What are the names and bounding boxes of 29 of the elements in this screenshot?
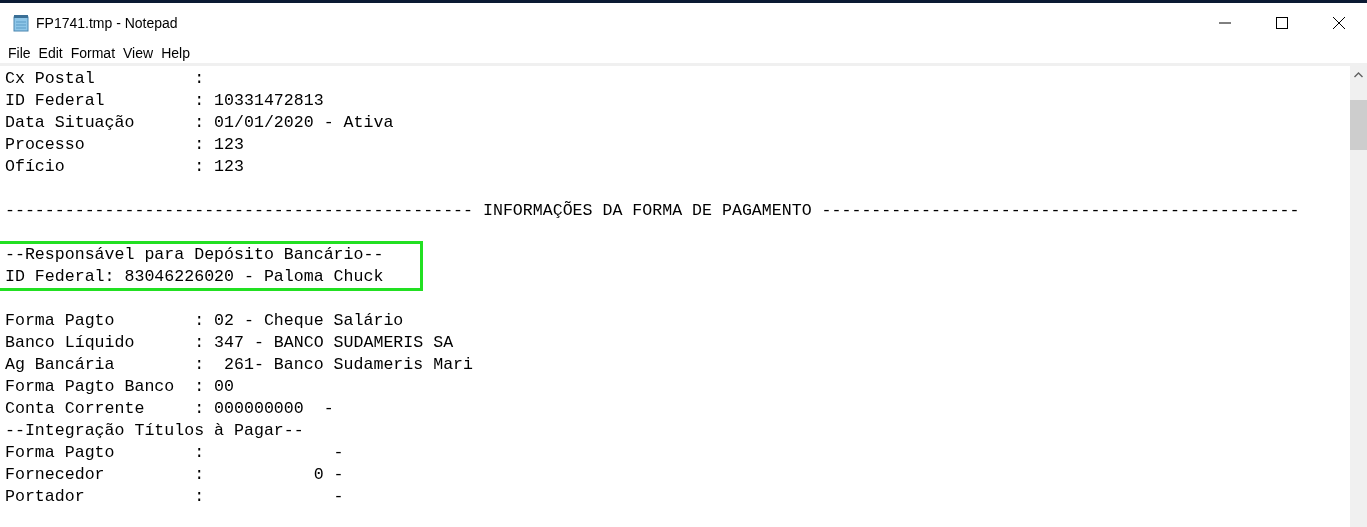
text-line: Data Situação : 01/01/2020 - Ativa xyxy=(5,112,395,134)
menu-item[interactable]: File xyxy=(4,43,35,62)
text-line: Conta Corrente : 000000000 - xyxy=(5,398,335,420)
text-line: Ofício : 123 xyxy=(5,156,245,178)
text-line: Portador : - xyxy=(5,486,345,508)
scroll-thumb[interactable] xyxy=(1350,100,1367,150)
notepad-icon xyxy=(12,13,30,32)
close-icon xyxy=(1333,16,1345,29)
text-line: --Responsável para Depósito Bancário-- xyxy=(5,244,385,266)
text-line: ----------------------------------------------- INFORMAÇÕES DA FORMA DE PAGAMENTO ------------------------------------------------ xyxy=(5,200,1301,222)
text-line: Cx Postal : xyxy=(5,68,206,90)
text-line: Ag Bancária : 261- Banco Sudameris Mari xyxy=(5,354,475,376)
text-line: ID Federal : 10331472813 xyxy=(5,90,325,112)
menu-item[interactable]: View xyxy=(119,43,158,62)
text-line: --Integração Títulos à Pagar-- xyxy=(5,420,305,442)
text-line: Forma Pagto : - xyxy=(5,442,345,464)
text-line: Forma Pagto Banco : 00 xyxy=(5,376,236,398)
text-line: Forma Pagto : 02 - Cheque Salário xyxy=(5,310,405,332)
text-line: Fornecedor : 0 - xyxy=(5,464,345,486)
maximize-icon xyxy=(1276,16,1288,29)
window-title: FP1741.tmp - Notepad xyxy=(36,14,178,31)
scroll-up-icon[interactable] xyxy=(1354,72,1363,78)
menu-item[interactable]: Format xyxy=(66,43,120,62)
scrollbar[interactable] xyxy=(1350,66,1367,527)
text-line: Processo : 123 xyxy=(5,134,245,156)
menu-item[interactable]: Edit xyxy=(34,43,67,62)
text-line: Banco Líquido : 347 - BANCO SUDAMERIS SA xyxy=(5,332,455,354)
menu-item[interactable]: Help xyxy=(157,43,194,62)
text-line: ID Federal: 83046226020 - Paloma Chuck xyxy=(5,266,385,288)
